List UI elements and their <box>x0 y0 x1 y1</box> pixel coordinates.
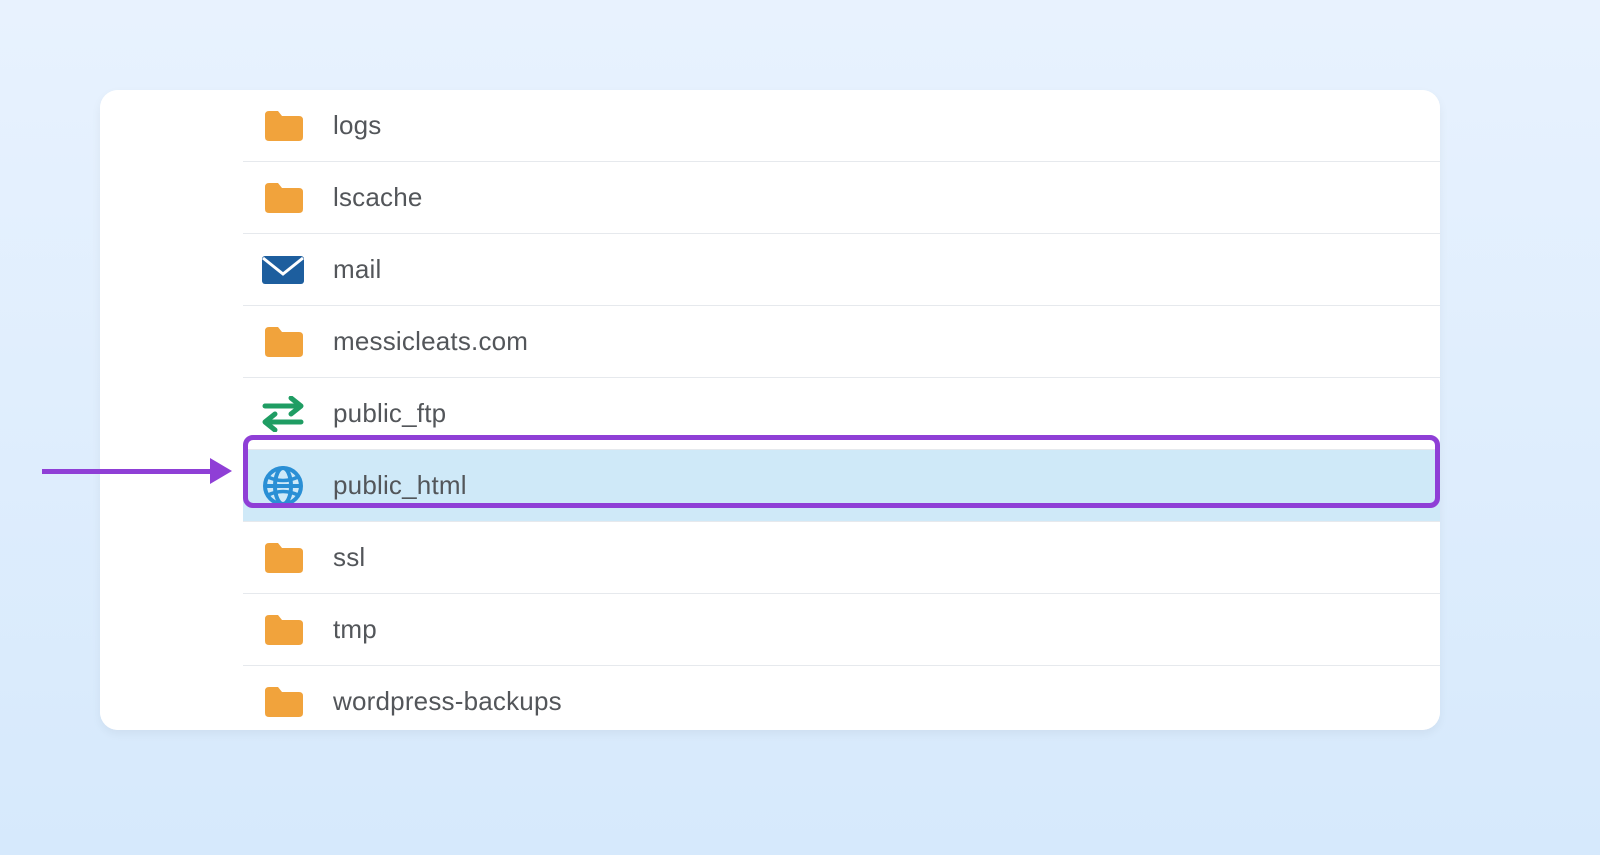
file-manager-panel: logs lscache mail messicleats.com public_ftp… <box>100 90 1440 730</box>
folder-icon <box>261 176 305 220</box>
file-row-mail[interactable]: mail <box>243 234 1440 306</box>
globe-icon <box>261 464 305 508</box>
file-row-public-html[interactable]: public_html <box>243 450 1440 522</box>
file-row-messicleats-com[interactable]: messicleats.com <box>243 306 1440 378</box>
folder-icon <box>261 680 305 724</box>
file-row-tmp[interactable]: tmp <box>243 594 1440 666</box>
file-row-label: ssl <box>333 542 365 573</box>
file-row-label: public_html <box>333 470 467 501</box>
folder-icon <box>261 608 305 652</box>
file-row-ssl[interactable]: ssl <box>243 522 1440 594</box>
file-row-label: public_ftp <box>333 398 446 429</box>
file-row-logs[interactable]: logs <box>243 90 1440 162</box>
file-row-label: wordpress-backups <box>333 686 562 717</box>
folder-icon <box>261 104 305 148</box>
file-row-label: lscache <box>333 182 423 213</box>
file-row-label: logs <box>333 110 382 141</box>
file-row-public-ftp[interactable]: public_ftp <box>243 378 1440 450</box>
folder-icon <box>261 320 305 364</box>
file-row-lscache[interactable]: lscache <box>243 162 1440 234</box>
mail-icon <box>261 248 305 292</box>
file-row-label: mail <box>333 254 381 285</box>
file-list: logs lscache mail messicleats.com public_ftp… <box>243 90 1440 730</box>
file-row-wordpress-backups[interactable]: wordpress-backups <box>243 666 1440 730</box>
sidebar-placeholder <box>100 90 244 730</box>
transfer-icon <box>261 392 305 436</box>
file-row-label: messicleats.com <box>333 326 528 357</box>
folder-icon <box>261 536 305 580</box>
file-row-label: tmp <box>333 614 377 645</box>
